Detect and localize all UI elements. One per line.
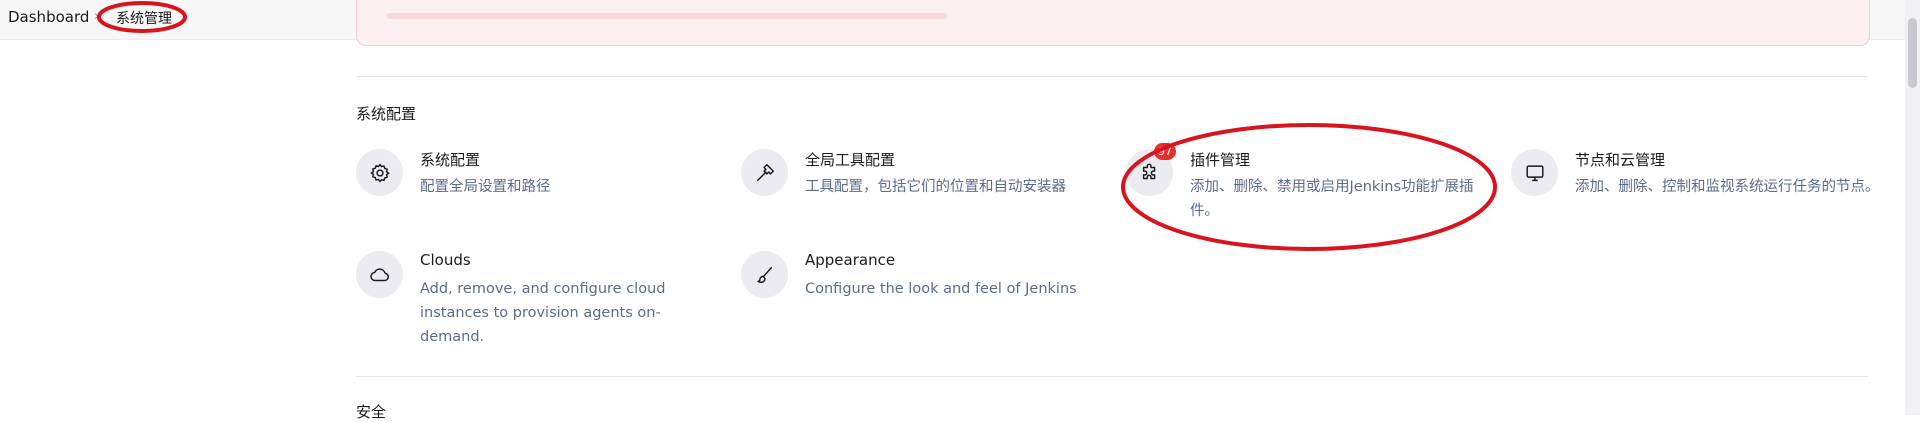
tile-description: 添加、删除、控制和监视系统运行任务的节点。 (1575, 179, 1880, 195)
plugin-updates-badge: 97 (1154, 143, 1176, 160)
breadcrumb-current-page[interactable]: 系统管理 (116, 8, 172, 28)
section-divider (356, 76, 1868, 77)
alert-box (356, 0, 1870, 46)
tile-description: Configure the look and feel of Jenkins (805, 281, 1077, 297)
tile-description: 添加、删除、禁用或启用Jenkins功能扩展插件。 (1190, 179, 1474, 219)
tile-plugin-manager[interactable]: 97 插件管理 添加、删除、禁用或启用Jenkins功能扩展插件。 (1126, 143, 1486, 245)
vertical-scrollbar[interactable] (1905, 0, 1920, 415)
tile-system-config[interactable]: 系统配置 配置全局设置和路径 (356, 149, 716, 245)
tile-nodes-clouds[interactable]: 节点和云管理 添加、删除、控制和监视系统运行任务的节点。 (1511, 149, 1880, 245)
tile-appearance[interactable]: Appearance Configure the look and feel o… (741, 251, 1101, 347)
cloud-icon (356, 251, 403, 298)
tile-description: Add, remove, and configure cloud instanc… (420, 281, 666, 345)
alert-text-remnant (387, 13, 947, 19)
tile-description: 配置全局设置和路径 (420, 179, 551, 195)
tile-clouds[interactable]: Clouds Add, remove, and configure cloud … (356, 251, 716, 347)
tile-description: 工具配置，包括它们的位置和自动安装器 (805, 179, 1066, 195)
hammer-icon (741, 149, 788, 196)
section-divider (356, 376, 1868, 377)
gear-icon (356, 149, 403, 196)
tile-title[interactable]: 全局工具配置 (805, 149, 895, 170)
section-title-security: 安全 (356, 403, 387, 421)
tile-title[interactable]: Clouds (420, 251, 471, 269)
tile-title[interactable]: 系统配置 (420, 149, 480, 170)
breadcrumb-separator: › (94, 9, 100, 24)
scrollbar-thumb[interactable] (1908, 18, 1917, 88)
tile-global-tool-config[interactable]: 全局工具配置 工具配置，包括它们的位置和自动安装器 (741, 149, 1101, 245)
section-title-system-config: 系统配置 (356, 105, 417, 123)
brush-icon (741, 251, 788, 298)
breadcrumb-dashboard-link[interactable]: Dashboard (8, 8, 89, 26)
tile-title[interactable]: 节点和云管理 (1575, 149, 1665, 170)
monitor-icon (1511, 149, 1558, 196)
tile-title[interactable]: Appearance (805, 251, 895, 269)
tile-title[interactable]: 插件管理 (1190, 149, 1250, 170)
